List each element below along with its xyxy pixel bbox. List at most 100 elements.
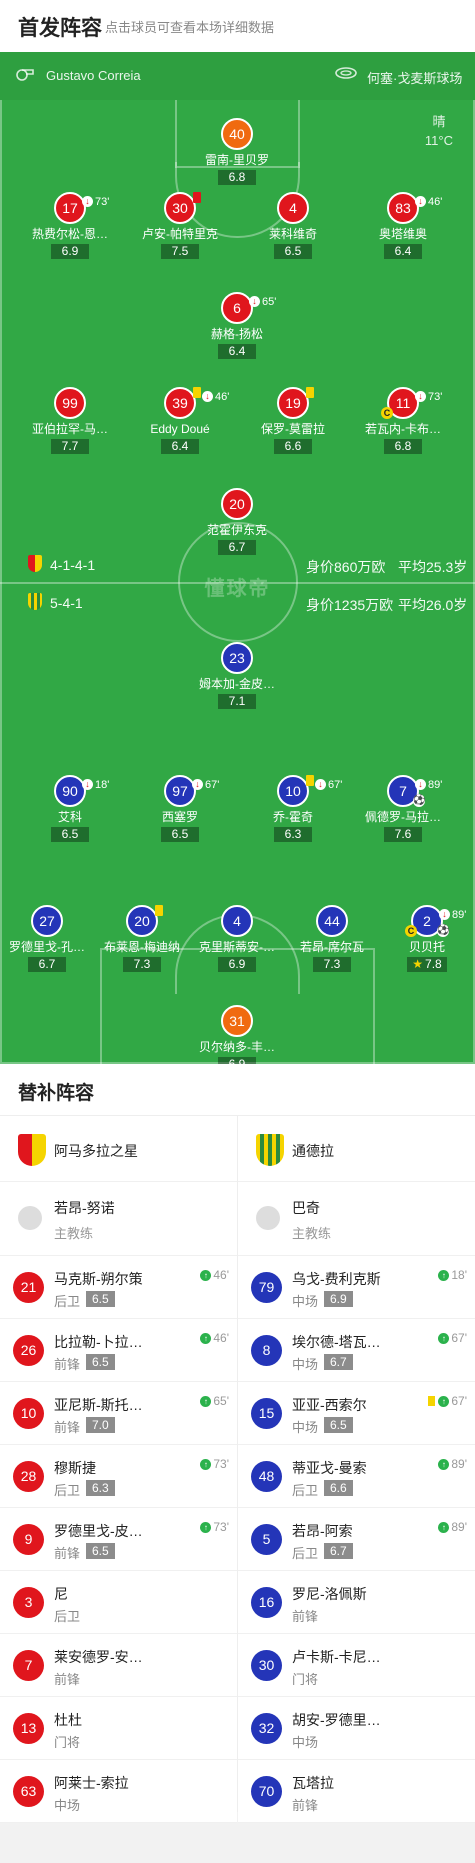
player-marker[interactable]: 23 姆本加-金皮… 7.1 — [177, 642, 297, 710]
player-number: 11 ↓ 73' C — [381, 387, 442, 419]
sub-player-row[interactable]: 10 亚尼斯-斯托… 前锋 7.0 ↑ 65' — [0, 1382, 237, 1445]
sub-number: 15 — [251, 1398, 282, 1429]
sub-rating: 6.6 — [324, 1480, 353, 1496]
sub-number: 21 — [13, 1272, 44, 1303]
home-team-row[interactable]: 阿马多拉之星 — [0, 1116, 237, 1182]
sub-out-indicator: ↓ 18' — [82, 771, 109, 799]
venue-name: 何塞·戈麦斯球场 — [367, 71, 463, 86]
sub-number: 10 — [13, 1398, 44, 1429]
player-marker[interactable]: 2 ↓ 89' C ⚽ 贝贝托 ★ 7.8 — [367, 905, 475, 973]
sub-position: 后卫 — [292, 1546, 319, 1561]
stadium-icon — [335, 67, 357, 79]
sub-in-icon: ↑ — [438, 1270, 450, 1281]
player-number: 4 — [221, 905, 253, 937]
sub-out-icon: ↓ — [415, 391, 426, 402]
player-rating: 7.5 — [161, 244, 199, 259]
sub-player-row[interactable]: 79 乌戈-费利克斯 中场 6.9 ↑ 18' — [238, 1256, 475, 1319]
sub-player-row[interactable]: 21 马克斯-朔尔策 后卫 6.5 ↑ 46' — [0, 1256, 237, 1319]
player-marker[interactable]: 4 莱科维奇 6.5 — [233, 192, 353, 260]
sub-number: 48 — [251, 1461, 282, 1492]
player-marker[interactable]: 6 ↓ 65' 赫格-扬松 6.4 — [177, 292, 297, 360]
sub-player-row[interactable]: 3 尼后卫 — [0, 1571, 237, 1634]
player-rating-value: 6.3 — [284, 827, 302, 841]
yellow-card-icon — [428, 1396, 436, 1406]
away-coach-row[interactable]: 巴奇 主教练 — [238, 1182, 475, 1256]
sub-position: 后卫 — [54, 1294, 81, 1309]
sub-in-indicator: ↑ 73' — [200, 1457, 229, 1471]
player-rating: 6.9 — [218, 1057, 256, 1064]
sub-position: 中场 — [292, 1420, 319, 1435]
sub-in-indicator: ↑ 46' — [200, 1331, 229, 1345]
sub-player-row[interactable]: 9 罗德里戈-皮… 前锋 6.5 ↑ 73' — [0, 1508, 237, 1571]
sub-position: 后卫 — [54, 1609, 81, 1624]
sub-player-row[interactable]: 28 穆斯捷 后卫 6.3 ↑ 73' — [0, 1445, 237, 1508]
sub-player-row[interactable]: 15 亚亚-西索尔 中场 6.5 ↑ 67' — [238, 1382, 475, 1445]
sub-rating: 6.5 — [86, 1291, 115, 1307]
player-rating-value: 7.8 — [425, 957, 442, 971]
player-marker[interactable]: 39 ↓ 46' Eddy Doué 6.4 — [120, 387, 240, 455]
sub-name: 阿莱士-索拉 — [54, 1775, 129, 1791]
sub-player-row[interactable]: 7 莱安德罗-安… 前锋 — [0, 1634, 237, 1697]
sub-number: 30 — [251, 1650, 282, 1681]
sub-player-row[interactable]: 5 若昂-阿索 后卫 6.7 ↑ 89' — [238, 1508, 475, 1571]
player-marker[interactable]: 11 ↓ 73' C 若瓦内-卡布… 6.8 — [343, 387, 463, 455]
sub-player-row[interactable]: 30 卢卡斯-卡尼… 门将 — [238, 1634, 475, 1697]
coach-avatar-icon — [18, 1206, 42, 1230]
sub-out-minute: 89' — [428, 779, 443, 791]
sub-in-minute: 73' — [213, 1457, 229, 1471]
sub-out-minute: 89' — [452, 909, 467, 921]
home-coach-role: 主教练 — [54, 1226, 94, 1241]
player-marker[interactable]: 30 卢安-帕特里克 7.5 — [120, 192, 240, 260]
sub-player-row[interactable]: 16 罗尼-洛佩斯 前锋 — [238, 1571, 475, 1634]
sub-player-row[interactable]: 13 杜杜 门将 — [0, 1697, 237, 1760]
player-rating-value: 6.4 — [394, 244, 412, 258]
home-coach-row[interactable]: 若昂-努诺 主教练 — [0, 1182, 237, 1256]
player-marker[interactable]: 90 ↓ 18' 艾科 6.5 — [10, 775, 130, 843]
away-avg-age: 平均26.0岁 — [398, 597, 468, 613]
player-marker[interactable]: 97 ↓ 67' 西塞罗 6.5 — [120, 775, 240, 843]
player-marker[interactable]: 17 ↓ 73' 热费尔松-恩… 6.9 — [10, 192, 130, 260]
sub-player-row[interactable]: 32 胡安-罗德里… 中场 — [238, 1697, 475, 1760]
sub-name: 若昂-阿索 — [292, 1523, 353, 1539]
player-number: 6 ↓ 65' — [221, 292, 276, 324]
sub-out-icon: ↓ — [415, 196, 426, 207]
player-name: Eddy Doué — [150, 422, 210, 436]
player-name: 赫格-扬松 — [211, 327, 263, 341]
sub-in-minute: 46' — [213, 1268, 229, 1282]
player-marker[interactable]: 31 贝尔纳多-丰… 6.9 — [177, 1005, 297, 1064]
player-marker[interactable]: 7 ↓ 89' ⚽ 佩德罗-马拉… 7.6 — [343, 775, 463, 843]
player-rating-value: 6.7 — [228, 540, 246, 554]
sub-in-indicator: ↑ 67' — [428, 1394, 467, 1408]
away-team-row[interactable]: 通德拉 — [238, 1116, 475, 1182]
sub-in-minute: 67' — [451, 1331, 467, 1345]
player-marker[interactable]: 20 范霍伊东克 6.7 — [177, 488, 297, 556]
sub-name: 瓦塔拉 — [292, 1775, 334, 1791]
sub-in-minute: 73' — [213, 1520, 229, 1534]
sub-rating: 6.3 — [86, 1480, 115, 1496]
player-rating-value: 6.4 — [171, 439, 189, 453]
player-name: 西塞罗 — [161, 810, 198, 824]
sub-position: 后卫 — [292, 1483, 319, 1498]
player-marker[interactable]: 10 ↓ 67' 乔-霍奇 6.3 — [233, 775, 353, 843]
sub-player-row[interactable]: 70 瓦塔拉 前锋 — [238, 1760, 475, 1823]
sub-name: 蒂亚戈-曼索 — [292, 1460, 367, 1476]
player-marker[interactable]: 99 亚伯拉罕-马… 7.7 — [10, 387, 130, 455]
player-rating-value: 6.5 — [284, 244, 302, 258]
sub-out-icon: ↓ — [82, 779, 93, 790]
sub-player-row[interactable]: 8 埃尔德-塔瓦… 中场 6.7 ↑ 67' — [238, 1319, 475, 1382]
home-team-badge-icon — [18, 1134, 46, 1166]
sub-player-row[interactable]: 48 蒂亚戈-曼索 后卫 6.6 ↑ 89' — [238, 1445, 475, 1508]
player-number: 20 — [126, 905, 163, 937]
sub-player-row[interactable]: 63 阿莱士-索拉 中场 — [0, 1760, 237, 1823]
sub-number: 16 — [251, 1587, 282, 1618]
player-rating-value: 6.9 — [228, 957, 246, 971]
player-rating: 6.8 — [218, 170, 256, 185]
player-marker[interactable]: 83 ↓ 46' 奥塔维奥 6.4 — [343, 192, 463, 260]
player-marker[interactable]: 40 雷南-里贝罗 6.8 — [177, 118, 297, 186]
player-number: 30 — [164, 192, 201, 224]
weather-info: 晴 11°C — [425, 112, 453, 150]
player-marker[interactable]: 19 保罗-莫雷拉 6.6 — [233, 387, 353, 455]
sub-position: 前锋 — [54, 1672, 81, 1687]
sub-player-row[interactable]: 26 比拉勒-卜拉… 前锋 6.5 ↑ 46' — [0, 1319, 237, 1382]
player-rating: 7.7 — [51, 439, 89, 454]
